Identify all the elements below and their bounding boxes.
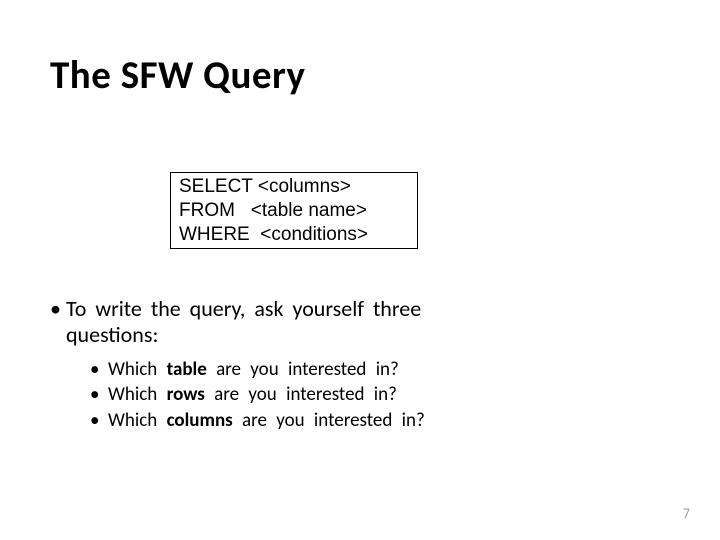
sub-bullet-rows: Which rows are you interested in?: [50, 382, 670, 408]
sub-b-bold: rows: [167, 383, 205, 406]
sub-bullet-columns: Which columns are you interested in?: [50, 408, 670, 434]
bullet-main: To write the query, ask yourself three q…: [50, 296, 670, 349]
slide-title: The SFW Query: [50, 52, 306, 99]
sql-template-box: SELECT <columns> FROM <table name> WHERE…: [170, 172, 418, 249]
body-text: To write the query, ask yourself three q…: [50, 296, 670, 434]
sub-a-pre: Which: [108, 358, 167, 381]
bullet-main-text-1: To write the query, ask yourself three: [66, 295, 421, 322]
sub-b-pre: Which: [108, 383, 167, 406]
bullet-main-text-2: questions:: [66, 322, 670, 348]
code-line-select: SELECT <columns>: [179, 175, 409, 199]
page-number: 7: [683, 505, 690, 522]
slide: The SFW Query SELECT <columns> FROM <tab…: [0, 0, 720, 540]
sub-b-post: are you interested in?: [205, 383, 397, 406]
sub-c-pre: Which: [108, 409, 167, 432]
sub-bullet-table: Which table are you interested in?: [50, 357, 670, 383]
code-line-from: FROM <table name>: [179, 199, 409, 223]
sub-a-bold: table: [167, 358, 207, 381]
sub-c-post: are you interested in?: [233, 409, 425, 432]
code-line-where: WHERE <conditions>: [179, 223, 409, 247]
sub-c-bold: columns: [167, 409, 233, 432]
sub-a-post: are you interested in?: [207, 358, 399, 381]
